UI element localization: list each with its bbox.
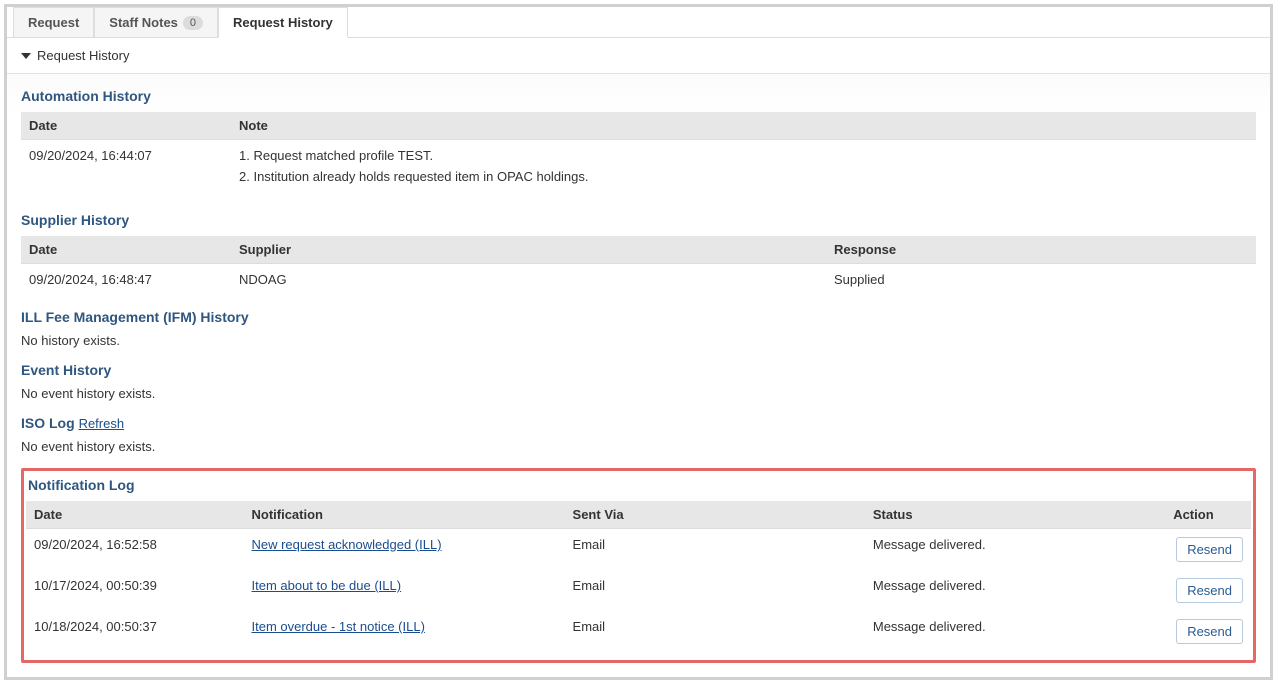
cell-sent-via: Email (565, 529, 865, 571)
col-header-action: Action (1165, 501, 1251, 529)
cell-status: Message delivered. (865, 611, 1165, 652)
ifm-empty-text: No history exists. (21, 333, 1256, 348)
main-container: Request Staff Notes 0 Request History Re… (4, 4, 1273, 680)
tab-label: Staff Notes (109, 15, 178, 30)
cell-status: Message delivered. (865, 570, 1165, 611)
col-header-date: Date (21, 236, 231, 264)
iso-log-title: ISO Log Refresh (21, 415, 1256, 431)
cell-date: 09/20/2024, 16:52:58 (26, 529, 243, 571)
notification-log-highlight: Notification Log Date Notification Sent … (21, 468, 1256, 663)
col-header-date: Date (21, 112, 231, 140)
notification-link[interactable]: Item overdue - 1st notice (ILL) (251, 619, 424, 634)
supplier-history-title: Supplier History (21, 212, 1256, 228)
ifm-history-title: ILL Fee Management (IFM) History (21, 309, 1256, 325)
tabs-row: Request Staff Notes 0 Request History (7, 7, 1270, 38)
tab-staff-notes[interactable]: Staff Notes 0 (94, 7, 218, 37)
resend-button[interactable]: Resend (1176, 537, 1243, 562)
iso-empty-text: No event history exists. (21, 439, 1256, 454)
iso-log-title-text: ISO Log (21, 415, 75, 431)
automation-history-table: Date Note 09/20/2024, 16:44:07 1. Reques… (21, 112, 1256, 198)
resend-button[interactable]: Resend (1176, 619, 1243, 644)
cell-supplier: NDOAG (231, 264, 826, 296)
notification-link[interactable]: New request acknowledged (ILL) (251, 537, 441, 552)
cell-date: 09/20/2024, 16:44:07 (21, 140, 231, 199)
tab-badge: 0 (183, 16, 203, 30)
notification-link[interactable]: Item about to be due (ILL) (251, 578, 401, 593)
cell-date: 10/17/2024, 00:50:39 (26, 570, 243, 611)
table-row: 10/18/2024, 00:50:37 Item overdue - 1st … (26, 611, 1251, 652)
panel-content: Automation History Date Note 09/20/2024,… (7, 74, 1270, 677)
col-header-response: Response (826, 236, 1256, 264)
table-row: 09/20/2024, 16:48:47 NDOAG Supplied (21, 264, 1256, 296)
cell-note: 1. Request matched profile TEST. 2. Inst… (231, 140, 1256, 199)
collapse-icon (21, 53, 31, 59)
notification-log-table: Date Notification Sent Via Status Action… (26, 501, 1251, 652)
panel-title: Request History (37, 48, 129, 63)
cell-status: Message delivered. (865, 529, 1165, 571)
col-header-note: Note (231, 112, 1256, 140)
tab-label: Request History (233, 15, 333, 30)
cell-sent-via: Email (565, 570, 865, 611)
tab-label: Request (28, 15, 79, 30)
col-header-notification: Notification (243, 501, 564, 529)
note-line: 2. Institution already holds requested i… (239, 169, 1248, 184)
cell-response: Supplied (826, 264, 1256, 296)
event-history-title: Event History (21, 362, 1256, 378)
table-row: 10/17/2024, 00:50:39 Item about to be du… (26, 570, 1251, 611)
tab-request[interactable]: Request (13, 7, 94, 37)
table-row: 09/20/2024, 16:44:07 1. Request matched … (21, 140, 1256, 199)
supplier-history-table: Date Supplier Response 09/20/2024, 16:48… (21, 236, 1256, 295)
resend-button[interactable]: Resend (1176, 578, 1243, 603)
cell-date: 09/20/2024, 16:48:47 (21, 264, 231, 296)
col-header-supplier: Supplier (231, 236, 826, 264)
table-row: 09/20/2024, 16:52:58 New request acknowl… (26, 529, 1251, 571)
note-line: 1. Request matched profile TEST. (239, 148, 1248, 163)
cell-date: 10/18/2024, 00:50:37 (26, 611, 243, 652)
tab-request-history[interactable]: Request History (218, 7, 348, 38)
cell-sent-via: Email (565, 611, 865, 652)
col-header-date: Date (26, 501, 243, 529)
iso-refresh-link[interactable]: Refresh (79, 416, 125, 431)
panel-header[interactable]: Request History (7, 38, 1270, 74)
event-empty-text: No event history exists. (21, 386, 1256, 401)
notification-log-title: Notification Log (28, 477, 1251, 493)
col-header-status: Status (865, 501, 1165, 529)
col-header-sent-via: Sent Via (565, 501, 865, 529)
automation-history-title: Automation History (21, 88, 1256, 104)
